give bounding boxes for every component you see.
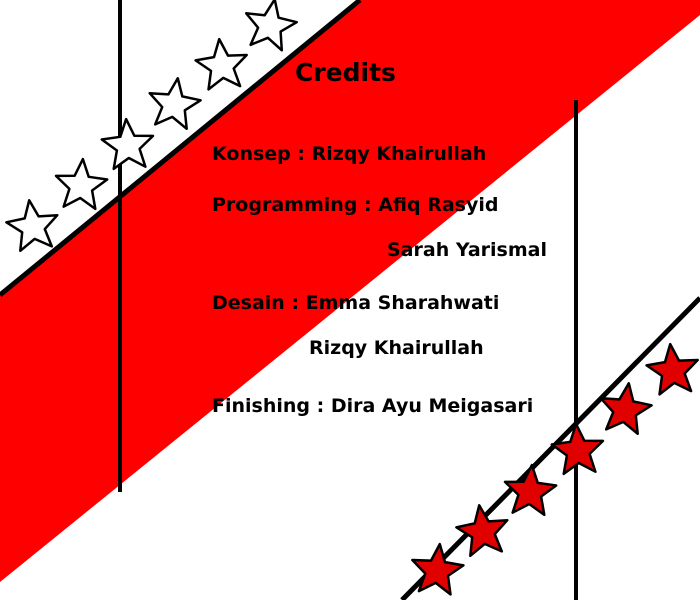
credit-desain: Desain : Emma Sharahwati xyxy=(212,292,500,314)
red-star-icon xyxy=(455,504,509,558)
red-stars-row xyxy=(411,342,699,596)
red-star-icon xyxy=(645,342,699,396)
credit-programming: Programming : Afiq Rasyid xyxy=(212,194,499,216)
white-star-icon xyxy=(244,0,298,52)
credits-title: Credits xyxy=(295,58,396,87)
red-star-icon xyxy=(411,542,465,596)
credit-programming-2: Sarah Yarismal xyxy=(387,239,547,261)
red-diagonal-stripe xyxy=(0,0,700,582)
white-star-icon xyxy=(5,199,59,253)
white-star-icon xyxy=(194,37,248,91)
credit-desain-2: Rizqy Khairullah xyxy=(309,337,484,359)
white-star-icon xyxy=(100,117,155,171)
credits-screen: Credits Konsep : Rizqy Khairullah Progra… xyxy=(0,0,700,600)
credit-finishing: Finishing : Dira Ayu Meigasari xyxy=(212,395,534,417)
white-star-icon xyxy=(148,77,202,131)
red-star-icon xyxy=(503,463,558,517)
white-star-icon xyxy=(54,157,109,211)
credit-konsep: Konsep : Rizqy Khairullah xyxy=(212,143,487,165)
